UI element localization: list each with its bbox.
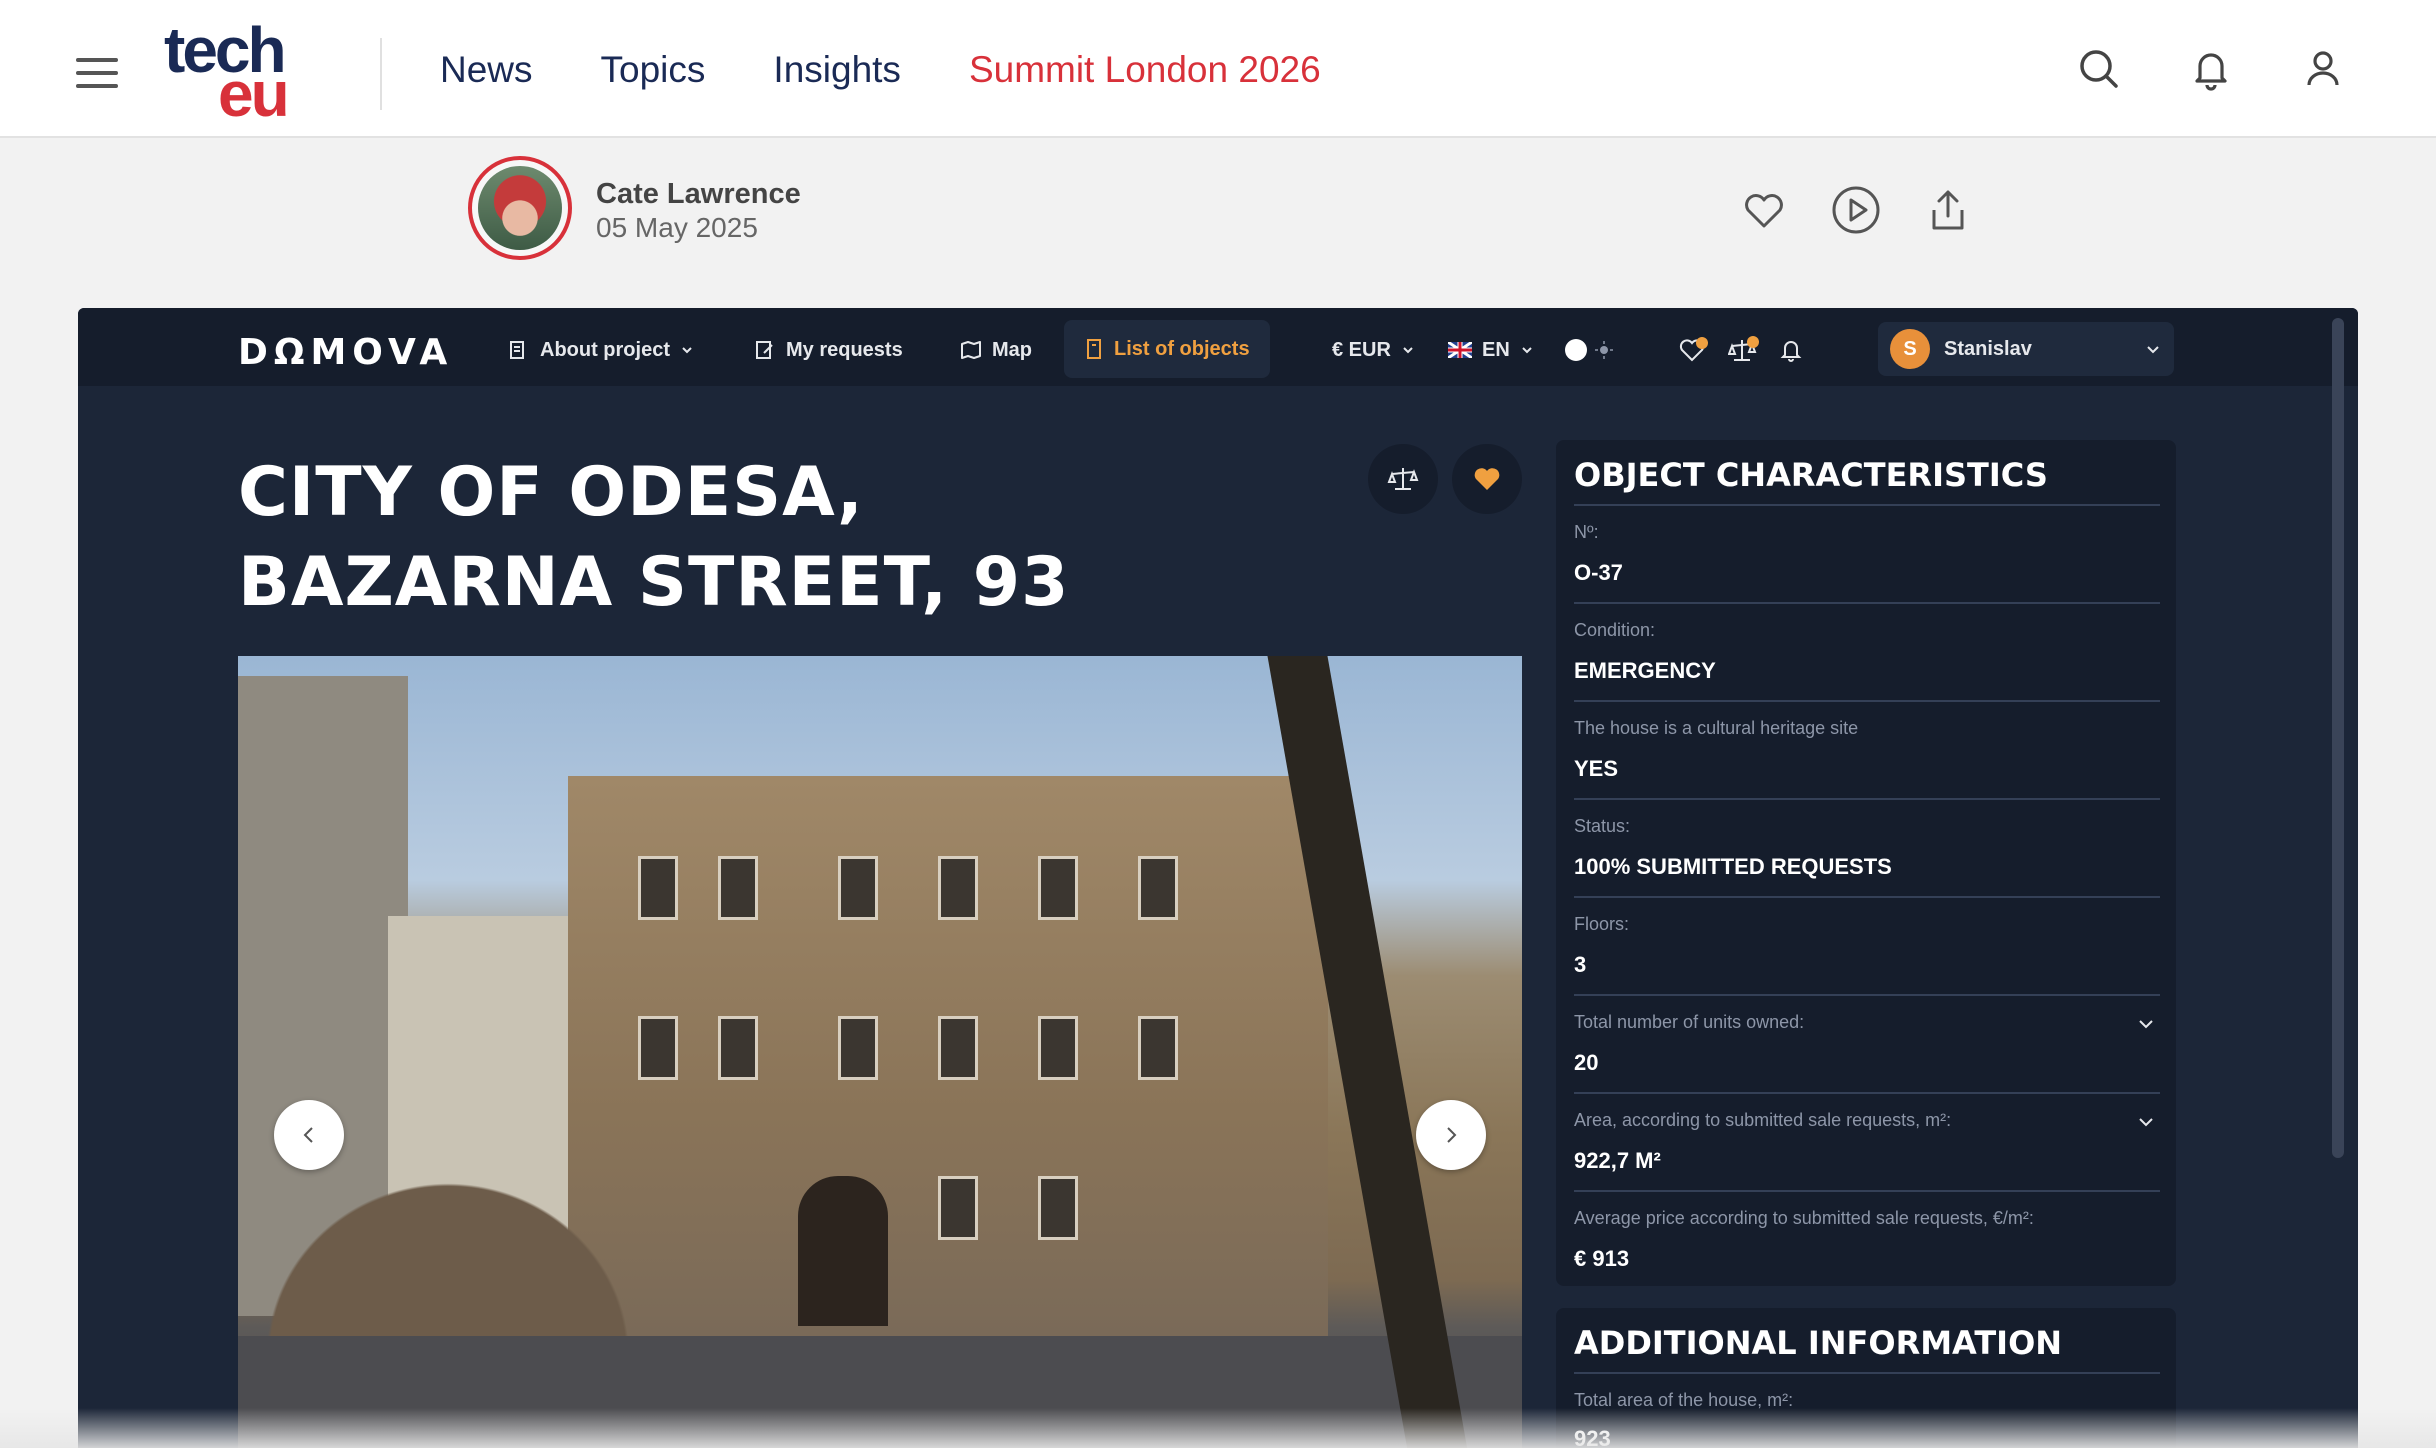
nav-insights[interactable]: Insights <box>773 49 901 91</box>
nav-summit-london[interactable]: Summit London 2026 <box>969 49 1321 91</box>
domova-nav-about[interactable]: About project <box>508 330 694 370</box>
row-value: 100% SUBMITTED REQUESTS <box>1574 854 1892 879</box>
techeu-logo[interactable]: tech eu <box>164 18 294 126</box>
edit-icon <box>756 341 773 359</box>
domova-nav-objects-label: List of objects <box>1114 337 1250 360</box>
row-label: Average price according to submitted sal… <box>1574 1208 2034 1228</box>
row-value: EMERGENCY <box>1574 658 1716 683</box>
row-value: 3 <box>1574 952 1587 977</box>
favorite-button[interactable] <box>1452 444 1522 514</box>
divider <box>1574 896 2160 898</box>
theme-toggle[interactable] <box>1564 330 1620 370</box>
building-icon <box>1087 339 1101 359</box>
row-label: Total number of units owned: <box>1574 1012 1805 1032</box>
divider <box>1574 1092 2160 1094</box>
compare-button[interactable] <box>1368 444 1438 514</box>
currency-value: € EUR <box>1332 338 1391 361</box>
nav-topics[interactable]: Topics <box>601 49 706 91</box>
row-value: 922,7 M² <box>1574 1148 1661 1173</box>
bottom-fade <box>0 1408 2436 1448</box>
compare-icon[interactable] <box>1728 330 1760 370</box>
chevron-down-icon[interactable] <box>2136 1014 2156 1034</box>
domova-nav-about-label: About project <box>540 338 670 361</box>
row-label: Status: <box>1574 816 1631 836</box>
article-date: 05 May 2025 <box>596 212 758 243</box>
row-label: Nº: <box>1574 522 1599 542</box>
row-value: € 913 <box>1574 1246 1630 1271</box>
embedded-screenshot: DΩMOVA About project My requests Map Lis… <box>78 308 2358 1448</box>
chevron-left-icon <box>303 1127 313 1143</box>
heart-icon[interactable] <box>1738 184 1790 236</box>
domova-nav-objects[interactable]: List of objects <box>1064 320 1270 378</box>
scales-icon <box>1387 468 1419 490</box>
currency-select[interactable]: € EUR <box>1332 330 1415 370</box>
site-header: tech eu News Topics Insights Summit Lond… <box>0 0 2436 138</box>
divider <box>1574 798 2160 800</box>
chevron-down-icon <box>2147 346 2159 354</box>
domova-topbar: DΩMOVA About project My requests Map Lis… <box>78 308 2358 386</box>
share-icon[interactable] <box>1922 184 1974 236</box>
photo-prev-button[interactable] <box>274 1100 344 1170</box>
header-divider <box>380 38 382 110</box>
domova-nav-map[interactable]: Map <box>960 330 1032 370</box>
divider <box>1574 504 2160 506</box>
divider <box>1574 1372 2160 1374</box>
nav-news[interactable]: News <box>440 49 533 91</box>
favorites-icon[interactable] <box>1678 330 1710 370</box>
scrollbar[interactable] <box>2332 318 2344 1158</box>
row-label: Area, according to submitted sale reques… <box>1574 1110 1952 1130</box>
map-icon <box>961 341 981 359</box>
uk-flag-icon <box>1448 342 1472 358</box>
menu-icon[interactable] <box>76 58 118 88</box>
main-nav: News Topics Insights Summit London 2026 <box>440 42 1321 98</box>
play-icon[interactable] <box>1830 184 1882 236</box>
object-title: CITY OF ODESA, BAZARNA STREET, 93 <box>238 453 1070 622</box>
building-icon <box>510 341 524 359</box>
search-icon[interactable] <box>2074 44 2124 94</box>
domova-nav-map-label: Map <box>992 338 1032 361</box>
user-menu[interactable]: S Stanislav <box>1878 322 2174 376</box>
row-value: O-37 <box>1574 560 1623 585</box>
row-label: The house is a cultural heritage site <box>1574 718 1859 738</box>
bell-icon[interactable] <box>2186 44 2236 94</box>
author-name[interactable]: Cate Lawrence <box>596 178 801 211</box>
domova-nav-requests[interactable]: My requests <box>754 330 903 370</box>
domova-logo[interactable]: DΩMOVA <box>238 332 453 373</box>
row-label: Condition: <box>1574 620 1656 640</box>
row-value: YES <box>1574 756 1619 781</box>
chevron-down-icon <box>1403 347 1413 354</box>
chevron-down-icon <box>1522 347 1532 354</box>
theme-toggle-icon <box>1565 339 1613 361</box>
logo-text-bottom: eu <box>218 58 290 130</box>
photo-next-button[interactable] <box>1416 1100 1486 1170</box>
language-select[interactable]: EN <box>1448 330 1534 370</box>
user-avatar: S <box>1890 329 1930 369</box>
user-icon[interactable] <box>2298 44 2348 94</box>
divider <box>1574 994 2160 996</box>
chevron-down-icon[interactable] <box>2136 1112 2156 1132</box>
notification-bell-icon[interactable] <box>1778 330 1804 370</box>
user-name: Stanislav <box>1944 337 2032 360</box>
divider <box>1574 602 2160 604</box>
object-characteristics-panel: OBJECT CHARACTERISTICS Nº: O-37 Conditio… <box>1556 440 2176 1286</box>
divider <box>1574 700 2160 702</box>
language-value: EN <box>1482 338 1510 361</box>
divider <box>1574 1190 2160 1192</box>
row-value: 20 <box>1574 1050 1599 1075</box>
chevron-down-icon <box>682 347 692 354</box>
author-avatar[interactable] <box>468 156 572 260</box>
panel-title: OBJECT CHARACTERISTICS <box>1574 456 2048 494</box>
domova-nav-requests-label: My requests <box>786 338 903 361</box>
chevron-right-icon <box>1447 1127 1457 1143</box>
row-label: Floors: <box>1574 914 1630 934</box>
panel-title: ADDITIONAL INFORMATION <box>1574 1324 2063 1362</box>
object-photo[interactable] <box>238 656 1522 1448</box>
heart-filled-icon <box>1474 468 1500 490</box>
